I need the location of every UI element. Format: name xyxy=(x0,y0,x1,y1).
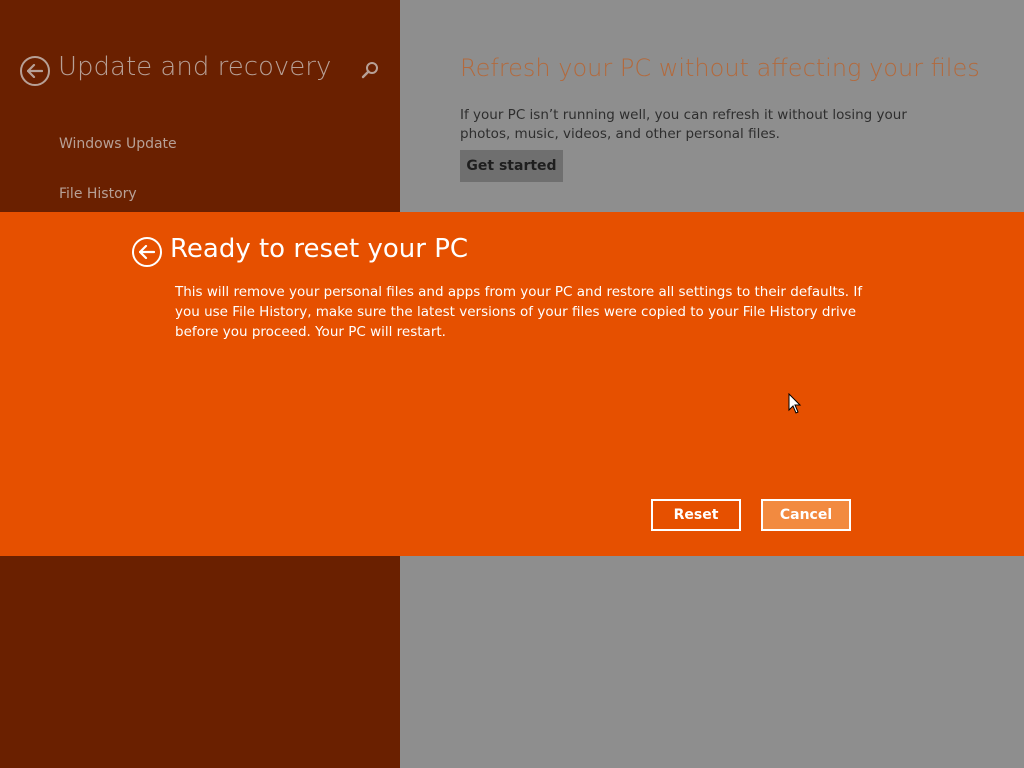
back-arrow-icon[interactable] xyxy=(20,56,50,86)
mouse-pointer-icon xyxy=(788,393,802,414)
get-started-button[interactable]: Get started xyxy=(460,150,563,182)
search-icon[interactable] xyxy=(360,60,380,80)
refresh-section-title: Refresh your PC without affecting your f… xyxy=(460,54,980,82)
reset-button[interactable]: Reset xyxy=(651,499,741,531)
reset-dialog: Ready to reset your PC This will remove … xyxy=(0,212,1024,556)
cancel-button[interactable]: Cancel xyxy=(761,499,851,531)
back-arrow-icon[interactable] xyxy=(132,237,162,267)
dialog-title: Ready to reset your PC xyxy=(170,234,469,264)
page-title: Update and recovery xyxy=(58,52,332,82)
settings-screen: Update and recovery Windows Update File … xyxy=(0,0,1024,768)
sidebar-item-file-history[interactable]: File History xyxy=(59,186,137,202)
dialog-message: This will remove your personal files and… xyxy=(175,284,863,340)
sidebar-item-windows-update[interactable]: Windows Update xyxy=(59,136,177,152)
refresh-section-description: If your PC isn’t running well, you can r… xyxy=(460,107,907,142)
